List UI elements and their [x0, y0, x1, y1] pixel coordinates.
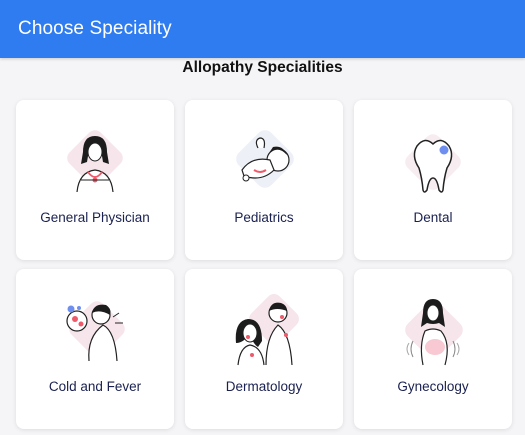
speciality-label: Dermatology: [225, 379, 303, 394]
speciality-card-pediatrics[interactable]: Pediatrics: [185, 100, 343, 260]
speciality-card-general-physician[interactable]: General Physician: [16, 100, 174, 260]
speciality-card-dental[interactable]: Dental: [354, 100, 512, 260]
pregnant-woman-icon: [405, 299, 463, 366]
speciality-label: General Physician: [40, 210, 150, 225]
baby-icon: [236, 130, 294, 188]
tooth-icon: [405, 134, 461, 193]
virus-sick-person-icon: [66, 301, 125, 362]
speciality-label: Gynecology: [397, 379, 469, 394]
speciality-label: Pediatrics: [234, 210, 294, 225]
speciality-label: Cold and Fever: [48, 379, 142, 394]
speciality-card-cold-and-fever[interactable]: Cold and Fever: [16, 269, 174, 429]
speciality-label: Dental: [413, 210, 453, 225]
skin-couple-icon: [235, 294, 299, 366]
app-bar: Choose Speciality: [0, 0, 525, 58]
doctor-stethoscope-icon: [67, 130, 123, 193]
speciality-grid: General Physician Pediatrics Dental Cold…: [16, 100, 512, 429]
speciality-card-gynecology[interactable]: Gynecology: [354, 269, 512, 429]
speciality-card-dermatology[interactable]: Dermatology: [185, 269, 343, 429]
section-title: Allopathy Specialities: [182, 59, 343, 76]
page-title: Choose Speciality: [18, 18, 172, 39]
